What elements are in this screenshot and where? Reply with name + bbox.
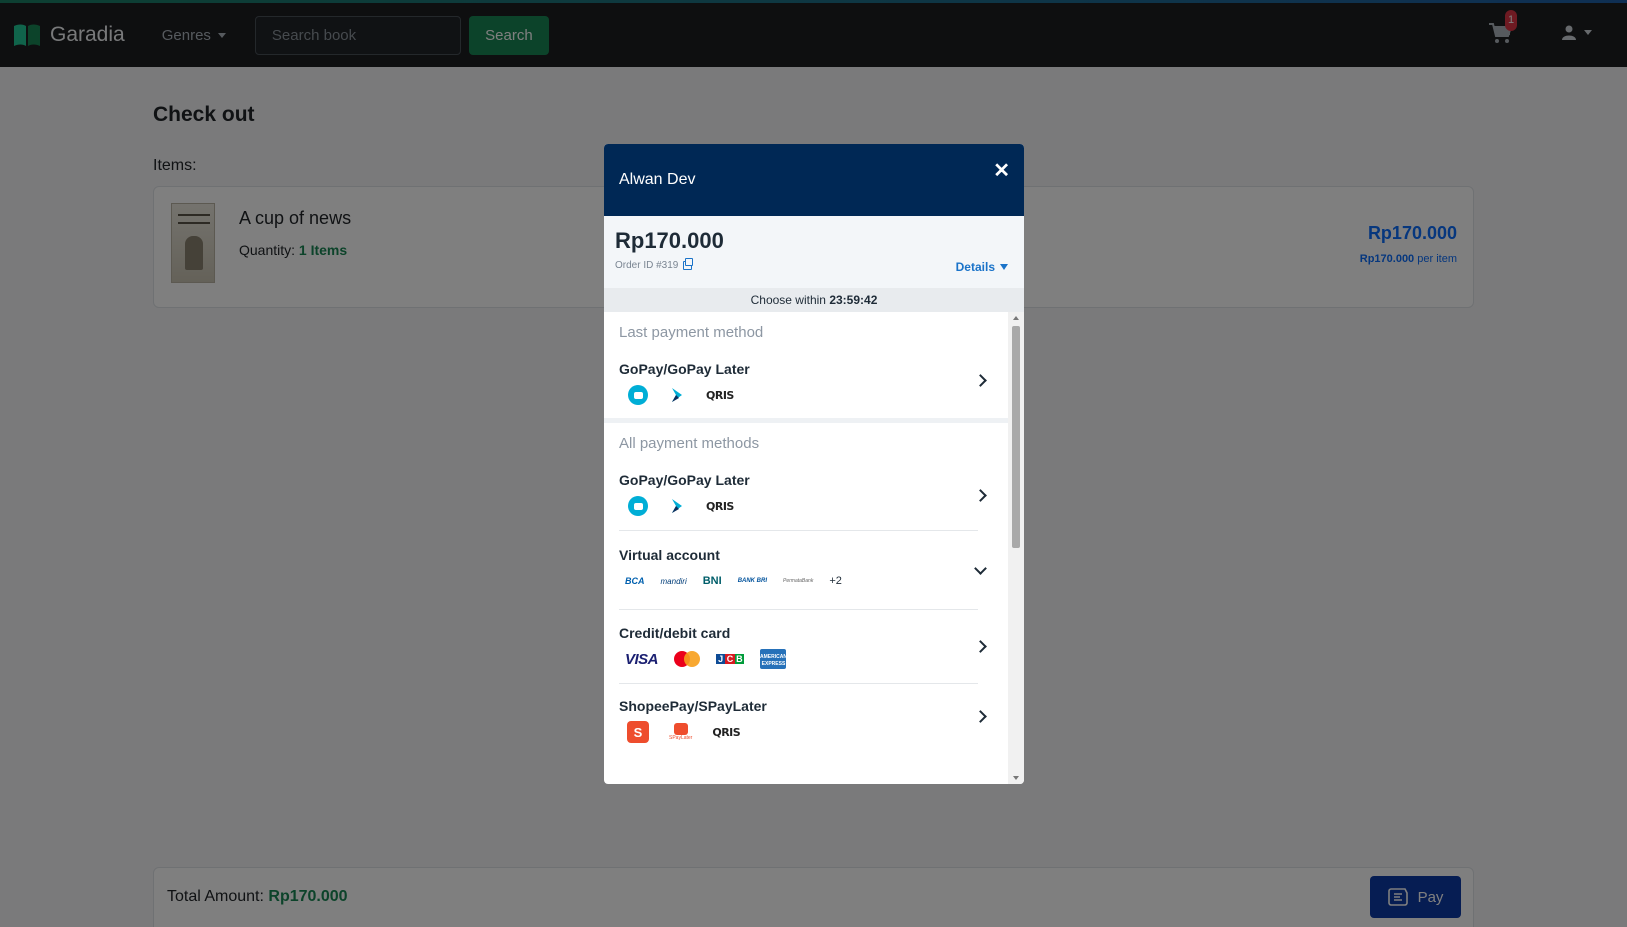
method-name: GoPay/GoPay Later xyxy=(619,472,750,488)
method-logos: BCA mandiri BNI BANK BRI PermataBank +2 xyxy=(619,565,978,597)
bri-logo: BANK BRI xyxy=(737,578,768,584)
order-id: Order ID #319 xyxy=(615,258,694,271)
gopay-icon xyxy=(628,496,648,516)
merchant-name: Alwan Dev xyxy=(619,171,696,188)
visa-logo: VISA xyxy=(625,650,659,668)
method-logos: QRIS xyxy=(619,379,978,411)
gopay-icon xyxy=(628,385,648,405)
chevron-down-icon xyxy=(974,531,986,609)
amex-logo: AMERICAN EXPRESS xyxy=(760,649,787,669)
modal-header: Alwan Dev ✕ xyxy=(604,144,1024,216)
scrollbar-thumb[interactable] xyxy=(1012,326,1020,548)
bni-logo: BNI xyxy=(702,575,722,587)
scrollbar[interactable] xyxy=(1008,312,1024,784)
jcb-letter-j: J xyxy=(716,654,726,664)
details-label: Details xyxy=(955,260,995,274)
method-name: GoPay/GoPay Later xyxy=(619,361,750,377)
payment-method-list: Last payment method GoPay/GoPay Later QR… xyxy=(604,312,1008,784)
method-name: ShopeePay/SPayLater xyxy=(619,698,767,714)
timer-value: 23:59:42 xyxy=(829,293,878,307)
close-icon[interactable]: ✕ xyxy=(993,158,1010,183)
method-virtual-account[interactable]: Virtual account BCA mandiri BNI BANK BRI… xyxy=(619,531,978,610)
method-name: Credit/debit card xyxy=(619,625,731,641)
chevron-right-icon xyxy=(974,350,986,411)
method-logos: S SPayLater QRIS xyxy=(619,716,978,748)
chevron-right-icon xyxy=(974,684,986,748)
jcb-letter-c: C xyxy=(725,654,735,664)
last-method-gopay[interactable]: GoPay/GoPay Later QRIS xyxy=(619,350,978,411)
countdown-timer: Choose within 23:59:42 xyxy=(604,288,1024,312)
bca-logo: BCA xyxy=(625,576,645,586)
payment-amount: Rp170.000 xyxy=(615,228,724,253)
amount-summary: Rp170.000 Order ID #319 Details xyxy=(604,216,1024,288)
permata-logo: PermataBank xyxy=(783,578,814,584)
qris-logo: QRIS xyxy=(712,725,741,739)
method-logos: VISA J C B AMERICAN EXPRESS xyxy=(619,643,978,675)
copy-icon[interactable] xyxy=(683,258,694,270)
method-name: Virtual account xyxy=(619,547,720,563)
payment-modal: Alwan Dev ✕ Rp170.000 Order ID #319 Deta… xyxy=(604,144,1024,784)
details-toggle[interactable]: Details xyxy=(956,260,1008,274)
method-logos: QRIS xyxy=(619,490,978,522)
method-credit-card[interactable]: Credit/debit card VISA J C B AMERICAN EX… xyxy=(619,610,978,684)
chevron-right-icon xyxy=(974,610,986,683)
method-gopay[interactable]: GoPay/GoPay Later QRIS xyxy=(619,461,978,531)
gopaylater-icon xyxy=(670,498,684,514)
mastercard-logo xyxy=(674,651,701,667)
last-payment-heading: Last payment method xyxy=(619,324,764,341)
order-id-text: Order ID #319 xyxy=(615,260,679,271)
mandiri-logo: mandiri xyxy=(660,576,687,586)
triangle-down-icon xyxy=(1000,264,1008,270)
jcb-logo: J C B xyxy=(716,649,744,669)
spaylater-icon: SPayLater xyxy=(669,723,692,741)
more-banks-count: +2 xyxy=(829,575,842,587)
jcb-letter-b: B xyxy=(734,654,744,664)
gopaylater-icon xyxy=(670,387,684,403)
all-payment-heading: All payment methods xyxy=(619,435,760,452)
qris-logo: QRIS xyxy=(706,499,734,513)
shopeepay-icon: S xyxy=(627,721,649,743)
scroll-up-arrow-icon[interactable] xyxy=(1013,316,1019,320)
timer-label: Choose within xyxy=(750,293,826,307)
spaylater-label: SPayLater xyxy=(669,735,693,741)
scroll-down-arrow-icon[interactable] xyxy=(1013,776,1019,780)
qris-logo: QRIS xyxy=(706,388,734,402)
method-shopeepay[interactable]: ShopeePay/SPayLater S SPayLater QRIS xyxy=(619,684,978,748)
chevron-right-icon xyxy=(974,461,986,530)
